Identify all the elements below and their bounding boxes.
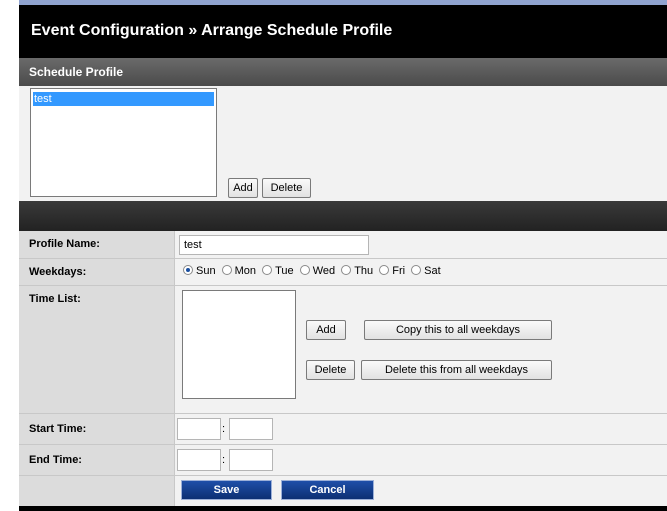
radio-sun-label: Sun <box>196 265 216 277</box>
start-minute-input[interactable] <box>229 418 273 440</box>
end-minute-input[interactable] <box>229 449 273 471</box>
radio-thu[interactable] <box>341 265 352 275</box>
radio-sat-label: Sat <box>424 265 441 277</box>
weekday-radio-group: Sun Mon Tue Wed Thu Fri Sat <box>183 265 444 277</box>
start-time-value-cell: : <box>175 414 667 444</box>
weekdays-value-cell: Sun Mon Tue Wed Thu Fri Sat <box>175 259 667 285</box>
profile-name-input[interactable]: test <box>179 235 369 255</box>
actions-row: Save Cancel <box>19 476 667 506</box>
end-time-separator: : <box>222 454 226 466</box>
radio-tue-label: Tue <box>275 265 294 277</box>
time-list-row: Time List: Add Copy this to all weekdays… <box>19 286 667 414</box>
schedule-profile-title: Schedule Profile <box>29 65 124 79</box>
profile-name-value-cell: test <box>175 231 667 258</box>
radio-sat[interactable] <box>411 265 422 275</box>
time-list-label-cell: Time List: <box>19 286 175 413</box>
cancel-button[interactable]: Cancel <box>281 480 374 500</box>
radio-sun[interactable] <box>183 265 193 275</box>
start-hour-input[interactable] <box>177 418 221 440</box>
time-list-value-cell: Add Copy this to all weekdays Delete Del… <box>175 286 667 413</box>
weekdays-row: Weekdays: Sun Mon Tue Wed Thu Fri Sat <box>19 259 667 286</box>
start-time-label-cell: Start Time: <box>19 414 175 444</box>
start-time-label: Start Time: <box>29 423 87 435</box>
profile-name-label-cell: Profile Name: <box>19 231 175 258</box>
main-frame: Event Configuration » Arrange Schedule P… <box>19 0 667 511</box>
profile-listbox[interactable]: test <box>30 88 217 197</box>
save-button[interactable]: Save <box>181 480 272 500</box>
top-accent-line <box>19 0 667 5</box>
add-profile-button[interactable]: Add <box>228 178 258 198</box>
weekdays-label-cell: Weekdays: <box>19 259 175 285</box>
section-divider-band <box>19 201 667 231</box>
weekdays-label: Weekdays: <box>29 266 87 278</box>
radio-fri[interactable] <box>379 265 390 275</box>
end-time-label-cell: End Time: <box>19 445 175 475</box>
radio-tue[interactable] <box>262 265 273 275</box>
profile-name-label: Profile Name: <box>29 238 100 250</box>
delete-time-button[interactable]: Delete <box>306 360 355 380</box>
start-time-separator: : <box>222 423 226 435</box>
radio-fri-label: Fri <box>392 265 406 277</box>
end-time-row: End Time: : <box>19 445 667 476</box>
end-time-label: End Time: <box>29 454 82 466</box>
page-title: Event Configuration » Arrange Schedule P… <box>31 22 393 39</box>
actions-value-cell: Save Cancel <box>175 476 667 506</box>
radio-mon[interactable] <box>221 265 232 275</box>
time-list-label: Time List: <box>29 293 81 305</box>
end-hour-input[interactable] <box>177 449 221 471</box>
copy-to-all-weekdays-button[interactable]: Copy this to all weekdays <box>364 320 552 340</box>
radio-mon-label: Mon <box>234 265 257 277</box>
schedule-profile-panel: test Add Delete <box>19 86 667 201</box>
end-time-value-cell: : <box>175 445 667 475</box>
radio-wed-label: Wed <box>312 265 336 277</box>
schedule-profile-header: Schedule Profile <box>19 58 667 86</box>
actions-label-cell <box>19 476 175 506</box>
time-listbox[interactable] <box>182 290 296 399</box>
radio-thu-label: Thu <box>354 265 374 277</box>
profile-list-item[interactable]: test <box>33 92 214 106</box>
profile-name-row: Profile Name: test <box>19 231 667 259</box>
delete-from-all-weekdays-button[interactable]: Delete this from all weekdays <box>361 360 552 380</box>
add-time-button[interactable]: Add <box>306 320 346 340</box>
start-time-row: Start Time: : <box>19 414 667 445</box>
delete-profile-button[interactable]: Delete <box>262 178 311 198</box>
radio-wed[interactable] <box>299 265 310 275</box>
